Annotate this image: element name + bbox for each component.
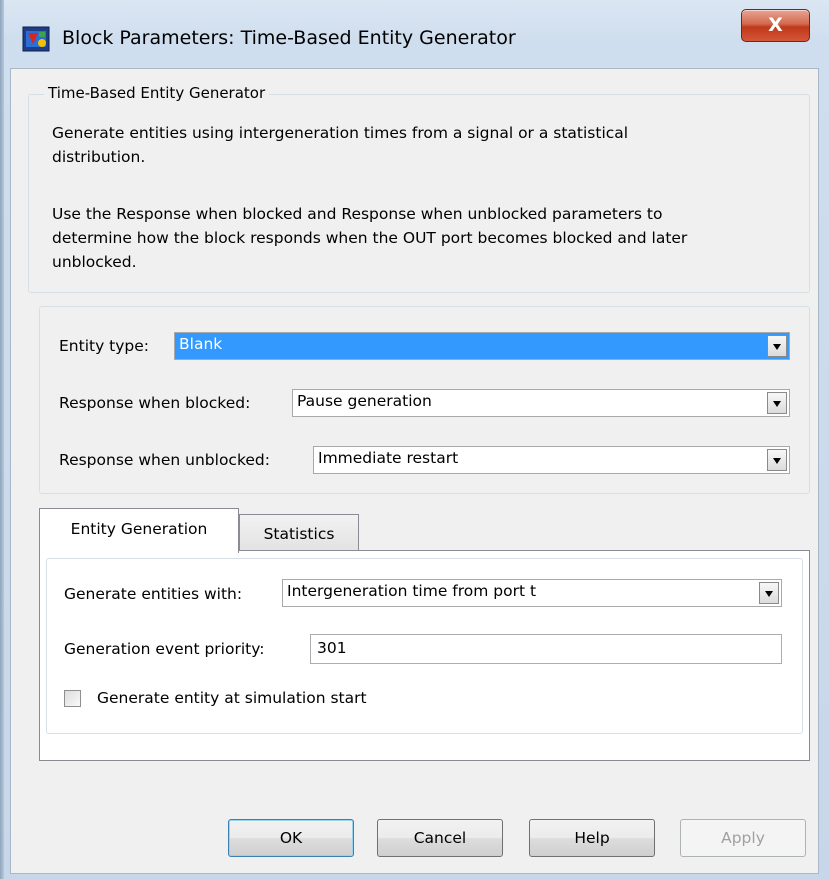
window-title: Block Parameters: Time-Based Entity Gene…: [62, 27, 516, 49]
chevron-down-icon[interactable]: [767, 335, 787, 357]
chevron-down-icon[interactable]: [759, 582, 779, 604]
dialog-window: Block Parameters: Time-Based Entity Gene…: [0, 0, 829, 879]
cancel-button[interactable]: Cancel: [377, 819, 503, 857]
simulink-block-icon: [22, 26, 50, 52]
priority-value: 301: [317, 639, 347, 657]
start-checkbox[interactable]: [64, 690, 81, 707]
chevron-down-icon[interactable]: [767, 449, 787, 471]
priority-input[interactable]: 301: [310, 634, 782, 664]
description-paragraph-2: Use the Response when blocked and Respon…: [52, 202, 782, 274]
response-unblocked-dropdown[interactable]: Immediate restart: [313, 446, 790, 474]
entity-type-dropdown[interactable]: Blank: [174, 332, 790, 360]
close-button[interactable]: X: [741, 9, 810, 42]
response-unblocked-label: Response when unblocked:: [59, 451, 270, 469]
window-border: [0, 0, 4, 879]
apply-button[interactable]: Apply: [680, 819, 806, 857]
priority-label: Generation event priority:: [64, 640, 265, 658]
close-icon: X: [768, 14, 783, 36]
chevron-down-icon[interactable]: [767, 392, 787, 414]
response-blocked-dropdown[interactable]: Pause generation: [292, 389, 790, 417]
generate-with-value: Intergeneration time from port t: [287, 582, 537, 600]
description-line: distribution.: [52, 148, 146, 166]
generate-with-label: Generate entities with:: [64, 585, 243, 603]
start-checkbox-label[interactable]: Generate entity at simulation start: [97, 689, 367, 707]
entity-type-label: Entity type:: [59, 337, 150, 355]
title-bar[interactable]: Block Parameters: Time-Based Entity Gene…: [0, 0, 829, 72]
description-line: unblocked.: [52, 253, 137, 271]
generate-with-dropdown[interactable]: Intergeneration time from port t: [282, 579, 782, 607]
help-button[interactable]: Help: [529, 819, 655, 857]
response-blocked-value: Pause generation: [297, 392, 432, 410]
tab-entity-generation[interactable]: Entity Generation: [39, 508, 239, 553]
description-line: Generate entities using intergeneration …: [52, 124, 629, 142]
response-blocked-label: Response when blocked:: [59, 394, 251, 412]
description-line: Use the Response when blocked and Respon…: [52, 205, 663, 223]
description-paragraph-1: Generate entities using intergeneration …: [52, 121, 782, 169]
response-unblocked-value: Immediate restart: [318, 449, 459, 467]
description-group-title: Time-Based Entity Generator: [44, 84, 270, 102]
tab-statistics[interactable]: Statistics: [239, 514, 359, 550]
entity-type-value: Blank: [179, 335, 223, 353]
description-line: determine how the block responds when th…: [52, 229, 688, 247]
ok-button[interactable]: OK: [228, 819, 354, 857]
